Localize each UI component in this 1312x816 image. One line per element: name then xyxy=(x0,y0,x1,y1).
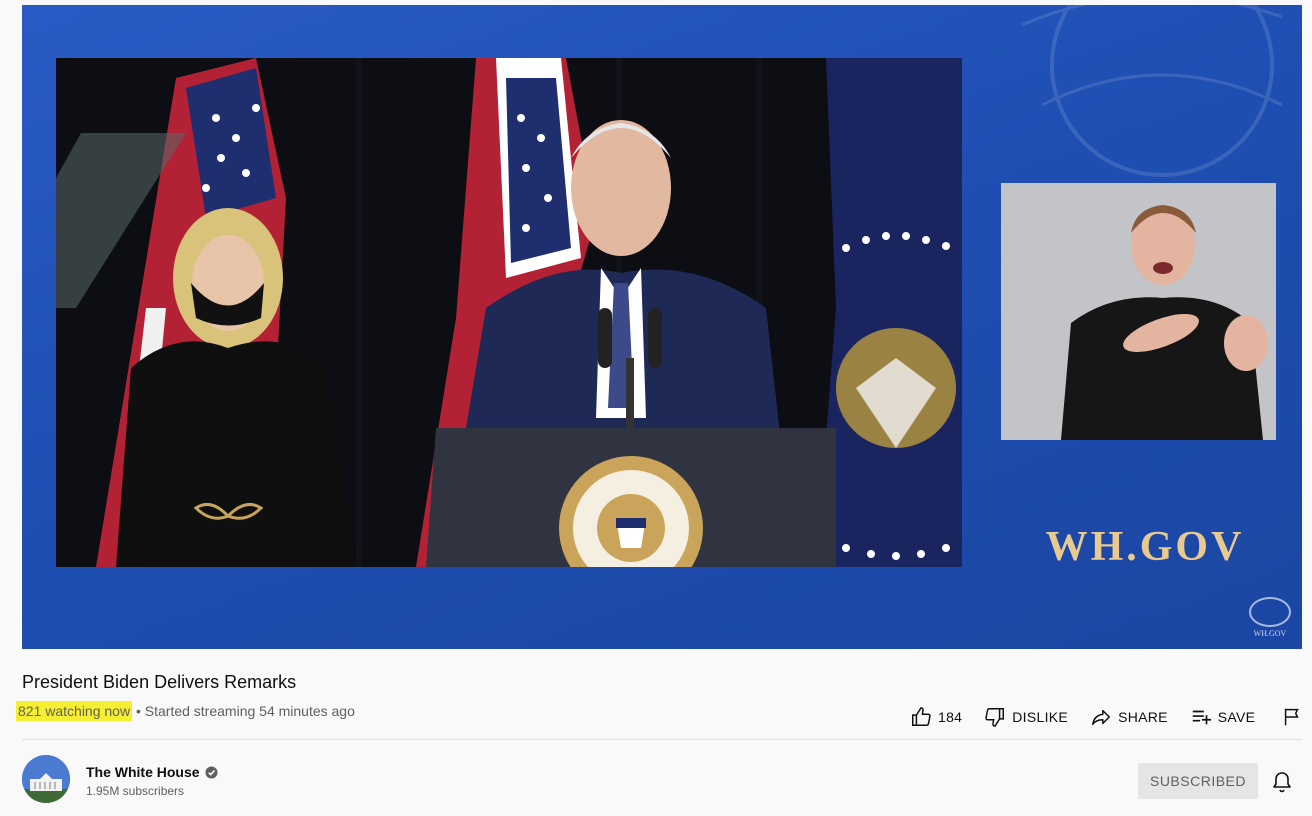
action-bar: 184 DISLIKE SHARE SAVE xyxy=(910,706,1309,728)
wh-gov-overlay: WH.GOV xyxy=(1045,524,1245,570)
like-icon xyxy=(912,707,931,726)
dislike-label: DISLIKE xyxy=(1012,709,1069,725)
interpreter-video xyxy=(1001,183,1276,440)
main-video-frame xyxy=(56,58,962,567)
report-button[interactable] xyxy=(1281,706,1309,728)
share-label: SHARE xyxy=(1118,709,1168,725)
watching-count: 821 watching now xyxy=(16,701,133,721)
save-button[interactable]: SAVE xyxy=(1190,706,1256,728)
bell-icon[interactable] xyxy=(1270,770,1294,794)
save-icon xyxy=(1192,710,1211,725)
like-button[interactable]: 184 xyxy=(910,706,962,728)
share-button[interactable]: SHARE xyxy=(1090,706,1168,728)
subscriber-count: 1.95M subscribers xyxy=(86,784,185,798)
channel-avatar[interactable] xyxy=(22,755,70,803)
stage-illustration xyxy=(56,58,962,567)
verified-icon xyxy=(205,765,218,779)
meta-separator: • xyxy=(132,703,145,719)
stream-started: Started streaming 54 minutes ago xyxy=(144,703,355,719)
subscribed-button[interactable]: SUBSCRIBED xyxy=(1138,763,1258,799)
video-meta: 821 watching now • Started streaming 54 … xyxy=(16,701,355,721)
interpreter-illustration xyxy=(1001,183,1276,440)
video-title: President Biden Delivers Remarks xyxy=(22,672,297,692)
save-label: SAVE xyxy=(1217,709,1256,725)
video-player[interactable]: WH.GOV WH.GOV xyxy=(22,5,1302,649)
channel-name-text: The White House xyxy=(86,764,200,780)
channel-watermark[interactable]: WH.GOV xyxy=(1248,597,1292,638)
flag-icon xyxy=(1285,708,1299,726)
channel-name[interactable]: The White House xyxy=(86,764,218,780)
divider xyxy=(22,739,1302,740)
white-house-watermark-icon xyxy=(1249,597,1291,627)
like-count: 184 xyxy=(938,709,963,725)
seal-watermark xyxy=(1021,5,1282,177)
watermark-label: WH.GOV xyxy=(1253,629,1287,638)
white-house-avatar-icon xyxy=(22,755,70,803)
dislike-icon xyxy=(985,708,1005,727)
dislike-button[interactable]: DISLIKE xyxy=(984,706,1068,728)
share-icon xyxy=(1092,709,1111,726)
